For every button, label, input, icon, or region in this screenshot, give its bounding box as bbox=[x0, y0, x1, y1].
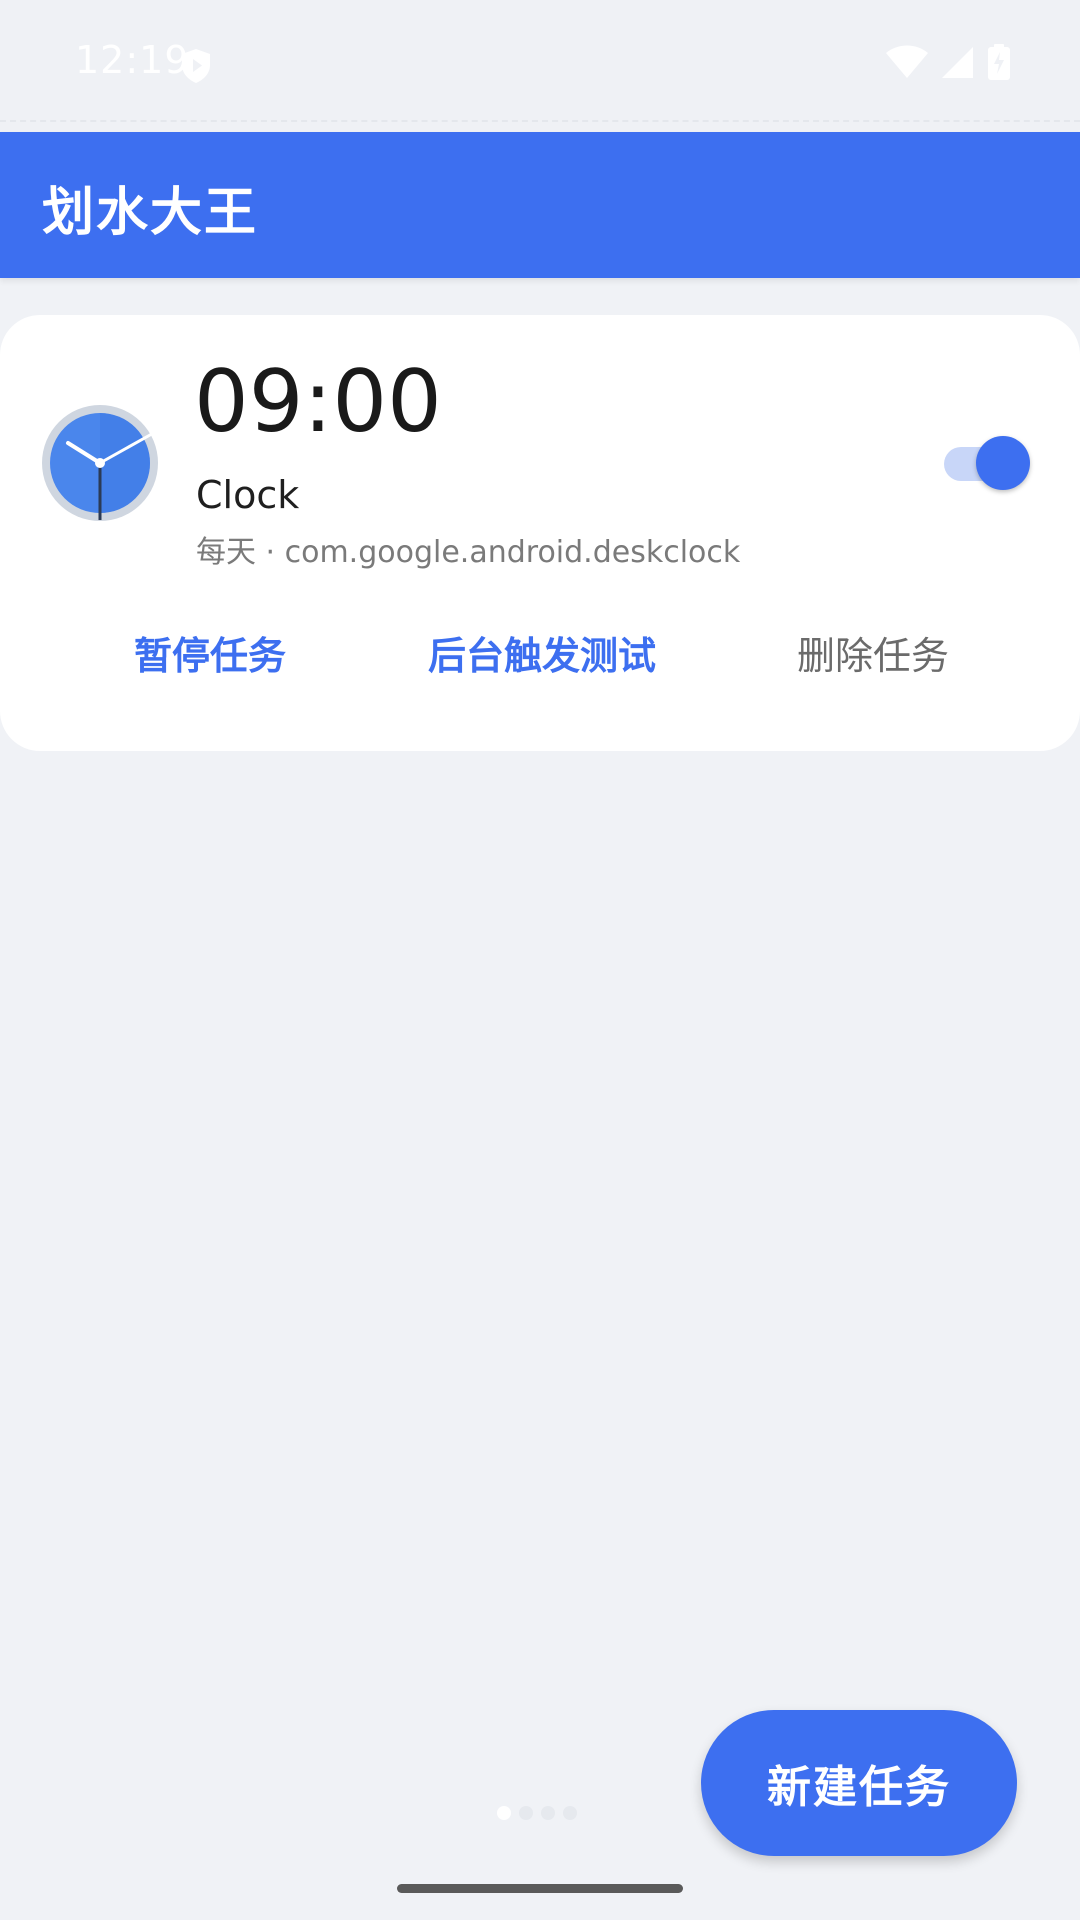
status-time: 12:19 bbox=[75, 38, 190, 82]
task-time: 09:00 bbox=[194, 352, 442, 452]
battery-charging-icon bbox=[988, 44, 1010, 80]
task-enabled-toggle[interactable] bbox=[944, 433, 1030, 493]
pause-task-button[interactable]: 暂停任务 bbox=[134, 625, 286, 680]
page-indicator bbox=[497, 1806, 577, 1820]
page-dot bbox=[563, 1806, 577, 1820]
app-screen: 12:19 划水大王 09:00 Clock 每天 · com.google.a… bbox=[0, 0, 1080, 1920]
new-task-label: 新建任务 bbox=[767, 1762, 951, 1813]
page-dot bbox=[497, 1806, 511, 1820]
status-bar: 12:19 bbox=[0, 0, 1080, 130]
task-card[interactable]: 09:00 Clock 每天 · com.google.android.desk… bbox=[0, 315, 1080, 751]
app-bar: 划水大王 bbox=[0, 132, 1080, 278]
task-detail: 每天 · com.google.android.deskclock bbox=[196, 535, 741, 570]
background-trigger-test-button[interactable]: 后台触发测试 bbox=[428, 625, 656, 680]
page-dot bbox=[519, 1806, 533, 1820]
clock-app-icon bbox=[42, 405, 158, 521]
delete-task-button[interactable]: 删除任务 bbox=[797, 625, 949, 680]
cell-signal-icon bbox=[942, 47, 973, 78]
gesture-nav-handle[interactable] bbox=[397, 1884, 683, 1893]
wifi-icon bbox=[886, 45, 928, 78]
shield-play-icon bbox=[182, 49, 210, 83]
page-dot bbox=[541, 1806, 555, 1820]
status-icons bbox=[886, 44, 1010, 80]
status-divider bbox=[0, 120, 1080, 122]
toggle-thumb bbox=[976, 436, 1030, 490]
task-app-name: Clock bbox=[196, 473, 300, 517]
new-task-button[interactable]: 新建任务 bbox=[701, 1710, 1017, 1856]
app-title: 划水大王 bbox=[42, 183, 259, 243]
